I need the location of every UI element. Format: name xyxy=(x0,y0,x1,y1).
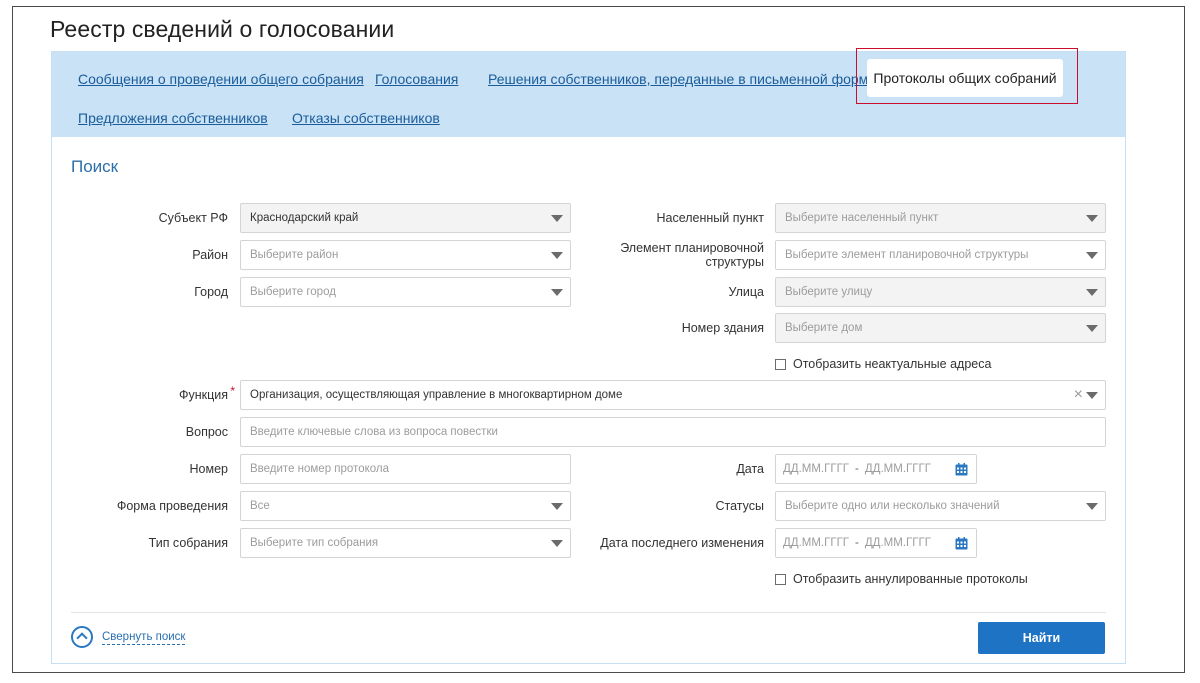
last-change-date-separator: - xyxy=(855,537,859,549)
city-select[interactable]: Выберите город xyxy=(240,277,571,307)
chevron-down-icon xyxy=(551,289,563,296)
building-label: Номер здания xyxy=(681,321,764,335)
tab-owner-refusals[interactable]: Отказы собственников xyxy=(292,110,440,126)
question-placeholder: Введите ключевые слова из вопроса повест… xyxy=(250,426,498,438)
calendar-icon[interactable] xyxy=(955,463,968,476)
clear-icon[interactable]: × xyxy=(1074,387,1083,403)
divider xyxy=(71,612,1106,613)
planning-element-select[interactable]: Выберите элемент планировочной структуры xyxy=(775,240,1106,270)
last-change-date-from: ДД.ММ.ГГГГ xyxy=(783,537,850,549)
subject-label: Субъект РФ xyxy=(158,211,228,225)
planning-element-label-line1: Элемент планировочной xyxy=(620,241,764,255)
last-change-date-to: ДД.ММ.ГГГГ xyxy=(864,537,931,549)
form-value: Все xyxy=(250,500,270,512)
meeting-type-label: Тип собрания xyxy=(148,536,228,550)
street-select[interactable]: Выберите улицу xyxy=(775,277,1106,307)
subject-select[interactable]: Краснодарский край xyxy=(240,203,571,233)
function-select[interactable]: Организация, осуществляющая управление в… xyxy=(240,380,1106,410)
district-select[interactable]: Выберите район xyxy=(240,240,571,270)
city-label: Город xyxy=(194,285,228,299)
meeting-type-placeholder: Выберите тип собрания xyxy=(250,537,379,549)
statuses-placeholder: Выберите одно или несколько значений xyxy=(785,500,1000,512)
meeting-type-select[interactable]: Выберите тип собрания xyxy=(240,528,571,558)
building-placeholder: Выберите дом xyxy=(785,322,863,334)
form-select[interactable]: Все xyxy=(240,491,571,521)
chevron-down-icon xyxy=(551,215,563,222)
tab-owner-proposals[interactable]: Предложения собственников xyxy=(78,110,268,126)
district-placeholder: Выберите район xyxy=(250,249,339,261)
settlement-placeholder: Выберите населенный пункт xyxy=(785,212,939,224)
chevron-down-icon xyxy=(551,540,563,547)
show-inactive-addresses-row[interactable]: Отобразить неактуальные адреса xyxy=(775,357,991,371)
show-annulled-checkbox[interactable] xyxy=(775,573,786,585)
street-label: Улица xyxy=(728,285,765,299)
chevron-down-icon xyxy=(1086,252,1098,259)
last-change-date-label: Дата последнего изменения xyxy=(600,536,764,550)
chevron-up-circle-icon xyxy=(71,626,93,648)
tab-protocols[interactable]: Протоколы общих собраний xyxy=(867,59,1063,97)
registry-panel: Сообщения о проведении общего собрания Г… xyxy=(51,48,1126,664)
show-annulled-row[interactable]: Отобразить аннулированные протоколы xyxy=(775,572,1028,586)
tab-written-decisions[interactable]: Решения собственников, переданные в пись… xyxy=(488,71,876,87)
last-change-date-input[interactable]: ДД.ММ.ГГГГ - ДД.ММ.ГГГГ xyxy=(775,528,977,558)
question-label: Вопрос xyxy=(185,425,228,439)
calendar-icon[interactable] xyxy=(955,537,968,550)
chevron-down-icon xyxy=(1086,215,1098,222)
tab-votings[interactable]: Голосования xyxy=(375,71,458,87)
settlement-select[interactable]: Выберите населенный пункт xyxy=(775,203,1106,233)
number-placeholder: Введите номер протокола xyxy=(250,463,390,475)
number-label: Номер xyxy=(189,462,228,476)
chevron-down-icon xyxy=(1086,392,1098,399)
district-label: Район xyxy=(192,248,228,262)
chevron-down-icon xyxy=(551,503,563,510)
date-separator: - xyxy=(855,463,859,475)
date-from: ДД.ММ.ГГГГ xyxy=(783,463,850,475)
chevron-down-icon xyxy=(1086,325,1098,332)
statuses-label: Статусы xyxy=(715,499,765,513)
form-label: Форма проведения xyxy=(116,499,228,513)
planning-element-placeholder: Выберите элемент планировочной структуры xyxy=(785,249,1029,261)
collapse-search-label: Свернуть поиск xyxy=(102,630,186,645)
page-title: Реестр сведений о голосовании xyxy=(50,16,395,42)
tab-bar: Сообщения о проведении общего собрания Г… xyxy=(52,48,1125,137)
find-button[interactable]: Найти xyxy=(978,622,1105,654)
building-select[interactable]: Выберите дом xyxy=(775,313,1106,343)
show-annulled-label: Отобразить аннулированные протоколы xyxy=(793,572,1028,586)
question-input[interactable]: Введите ключевые слова из вопроса повест… xyxy=(240,417,1106,447)
statuses-select[interactable]: Выберите одно или несколько значений xyxy=(775,491,1106,521)
tab-meeting-notices[interactable]: Сообщения о проведении общего собрания xyxy=(78,71,364,87)
date-to: ДД.ММ.ГГГГ xyxy=(864,463,931,475)
search-title: Поиск xyxy=(71,157,119,176)
date-range-input[interactable]: ДД.ММ.ГГГГ - ДД.ММ.ГГГГ xyxy=(775,454,977,484)
city-placeholder: Выберите город xyxy=(250,286,336,298)
function-value: Организация, осуществляющая управление в… xyxy=(250,389,623,401)
street-placeholder: Выберите улицу xyxy=(785,286,873,298)
collapse-search-toggle[interactable]: Свернуть поиск xyxy=(71,626,186,648)
number-input[interactable]: Введите номер протокола xyxy=(240,454,571,484)
settlement-label: Населенный пункт xyxy=(656,211,764,225)
planning-element-label-line2: структуры xyxy=(705,255,764,269)
chevron-down-icon xyxy=(1086,503,1098,510)
function-label: Функция xyxy=(112,384,235,402)
show-inactive-addresses-checkbox[interactable] xyxy=(775,358,786,370)
subject-value: Краснодарский край xyxy=(250,212,359,224)
planning-element-label: Элемент планировочной структуры xyxy=(592,241,764,269)
show-inactive-addresses-label: Отобразить неактуальные адреса xyxy=(793,357,992,371)
chevron-down-icon xyxy=(1086,289,1098,296)
chevron-down-icon xyxy=(551,252,563,259)
date-label: Дата xyxy=(736,462,764,476)
